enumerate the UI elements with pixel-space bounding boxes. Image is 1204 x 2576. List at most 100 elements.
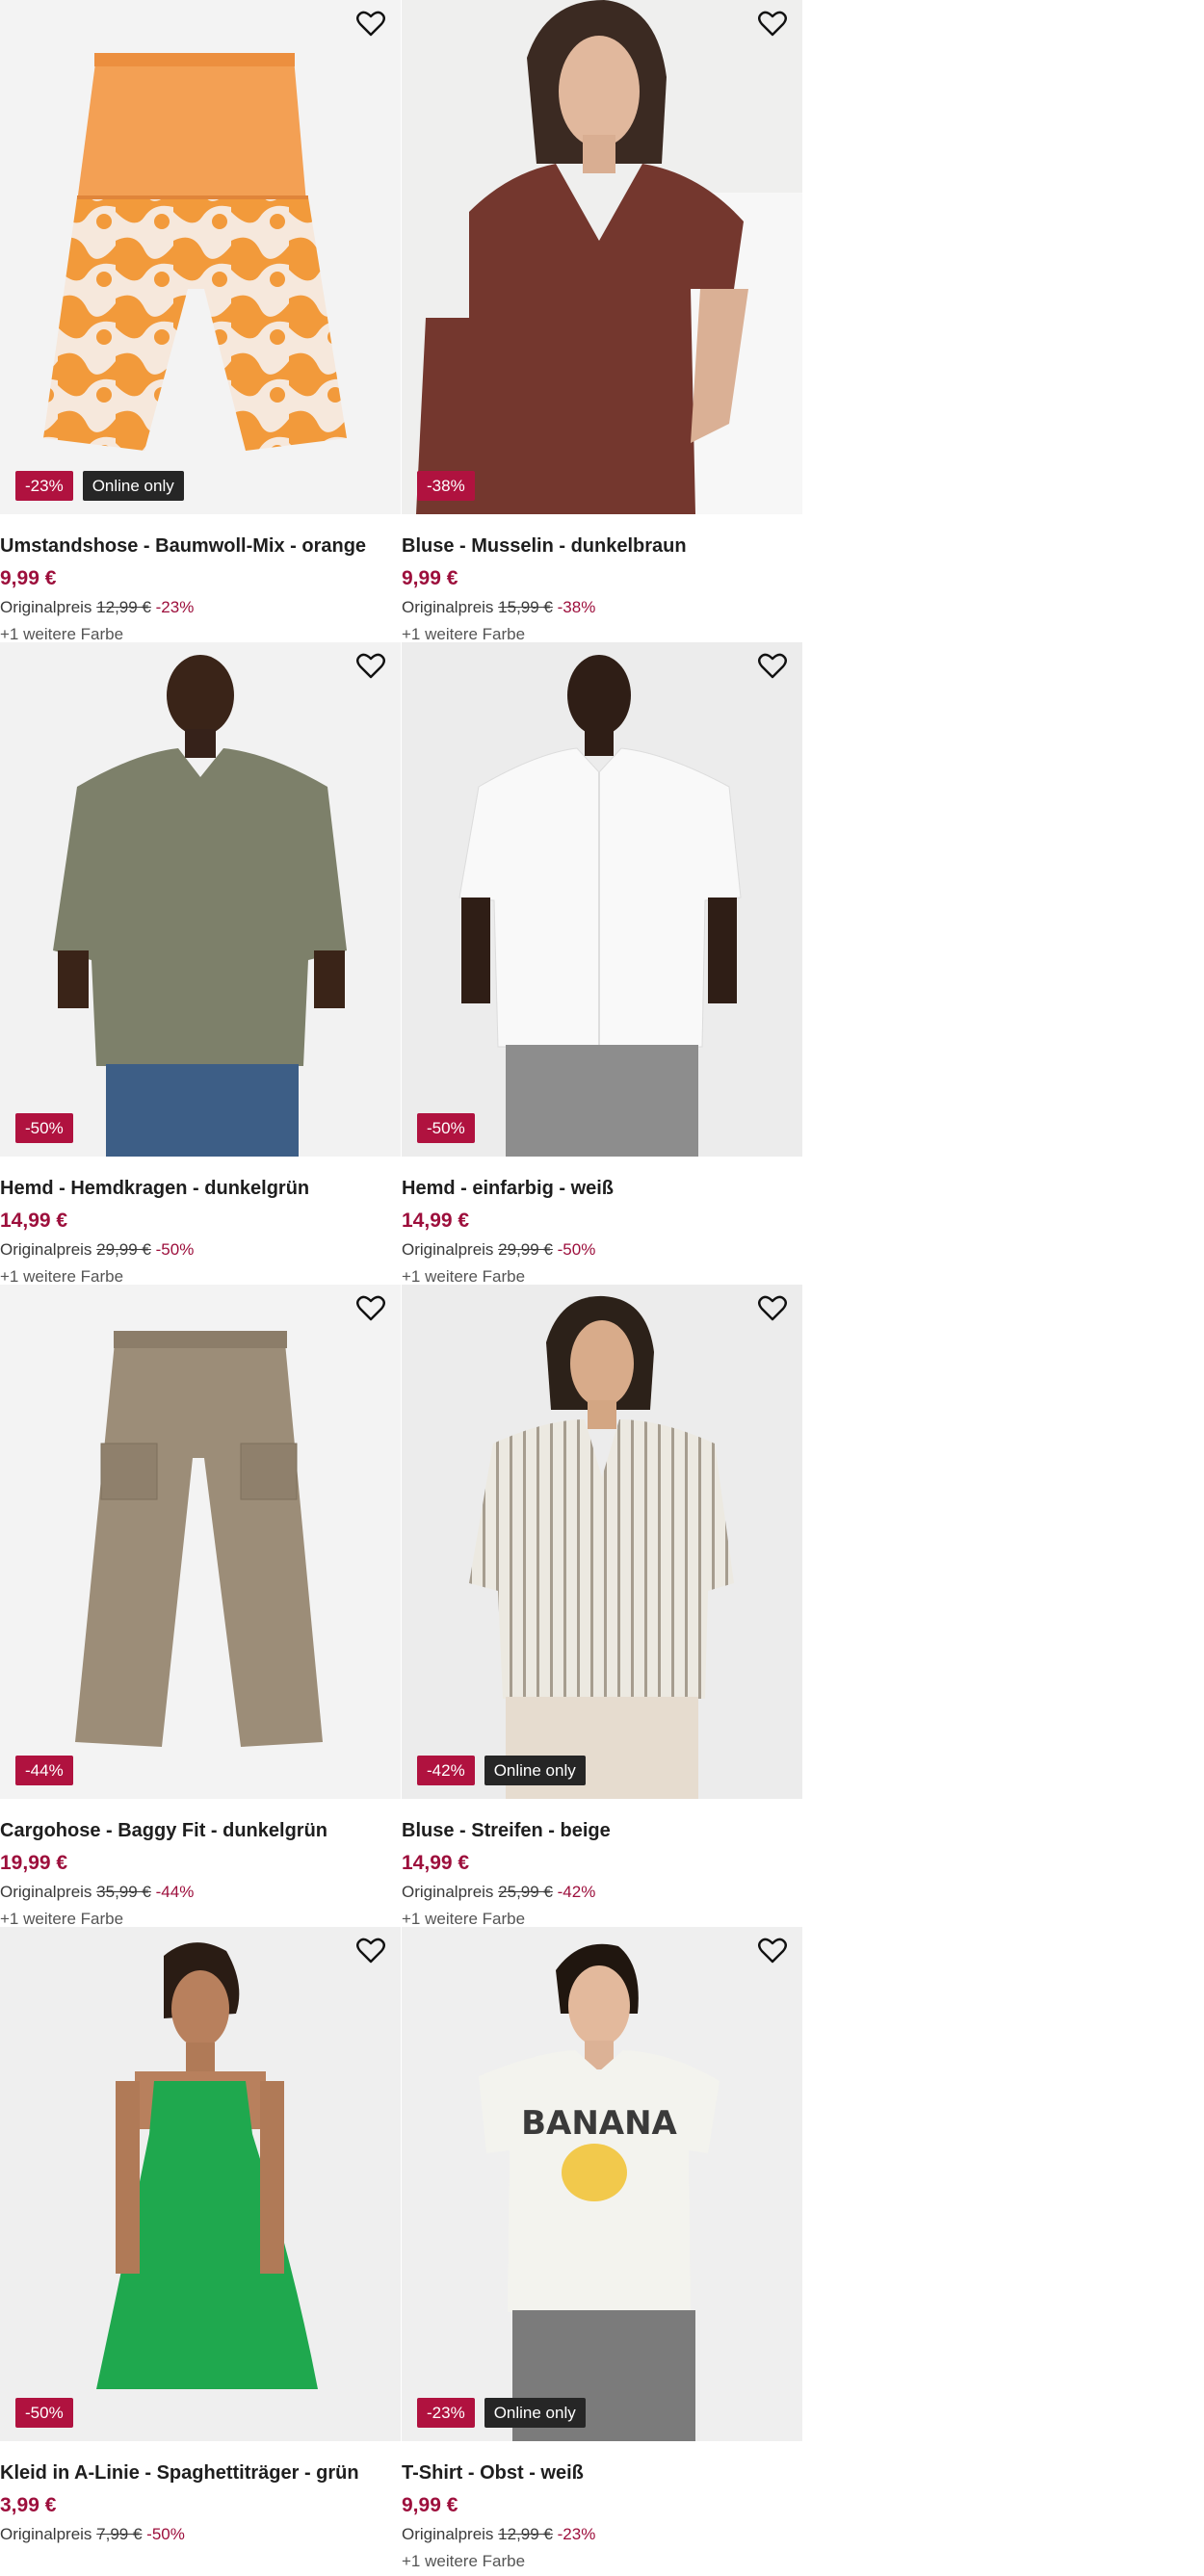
wishlist-button[interactable] [758, 1294, 793, 1329]
discount-percent: -23% [155, 598, 195, 616]
wishlist-button[interactable] [356, 10, 391, 44]
product-title[interactable]: Cargohose - Baggy Fit - dunkelgrün [0, 1814, 395, 1847]
badge-row: -42% Online only [417, 1756, 586, 1785]
heart-icon [758, 11, 787, 37]
discount-percent: -50% [557, 1240, 596, 1259]
original-price-label: Originalpreis [0, 1240, 92, 1259]
original-price-label: Originalpreis [402, 1883, 494, 1901]
product-card[interactable]: BANANA -23% Online only T-Shirt - Obst -… [402, 1927, 803, 2570]
product-image[interactable]: -50% [0, 642, 401, 1157]
product-title[interactable]: Hemd - Hemdkragen - dunkelgrün [0, 1172, 395, 1205]
badge-row: -23% Online only [417, 2398, 586, 2428]
discount-badge: -50% [15, 2398, 73, 2428]
discount-badge: -50% [15, 1113, 73, 1143]
more-colors-link[interactable]: +1 weitere Farbe [402, 2547, 797, 2576]
original-price-line: Originalpreis 25,99 € -42% [402, 1880, 797, 1905]
product-image[interactable]: -50% [0, 1927, 401, 2441]
product-info: Umstandshose - Baumwoll-Mix - orange 9,9… [0, 530, 395, 649]
product-title[interactable]: Bluse - Musselin - dunkelbraun [402, 530, 797, 562]
product-title[interactable]: Umstandshose - Baumwoll-Mix - orange [0, 530, 395, 562]
product-title[interactable]: Hemd - einfarbig - weiß [402, 1172, 797, 1205]
sale-price: 9,99 € [402, 2494, 458, 2516]
product-image[interactable]: -23% Online only [0, 0, 401, 514]
wishlist-button[interactable] [356, 1294, 391, 1329]
discount-badge: -38% [417, 471, 475, 501]
product-image[interactable]: -44% [0, 1285, 401, 1799]
heart-icon [758, 1938, 787, 1964]
product-title[interactable]: Bluse - Streifen - beige [402, 1814, 797, 1847]
original-price-line: Originalpreis 29,99 € -50% [402, 1237, 797, 1262]
online-only-badge: Online only [484, 1756, 586, 1785]
original-price-label: Originalpreis [402, 2525, 494, 2543]
original-price: 29,99 € [498, 1240, 553, 1259]
badge-row: -50% [15, 2398, 73, 2428]
original-price-label: Originalpreis [0, 1883, 92, 1901]
more-colors-link[interactable] [0, 2547, 395, 2576]
badge-row: -50% [417, 1113, 475, 1143]
product-info: Hemd - Hemdkragen - dunkelgrün 14,99 € O… [0, 1172, 395, 1291]
product-title[interactable]: Kleid in A-Linie - Spaghettiträger - grü… [0, 2457, 395, 2489]
product-info: Cargohose - Baggy Fit - dunkelgrün 19,99… [0, 1814, 395, 1934]
product-info: T-Shirt - Obst - weiß 9,99 € Originalpre… [402, 2457, 797, 2576]
original-price-line: Originalpreis 7,99 € -50% [0, 2522, 395, 2547]
discount-badge: -50% [417, 1113, 475, 1143]
product-card[interactable]: -50% Hemd - Hemdkragen - dunkelgrün 14,9… [0, 642, 402, 1286]
sale-price: 3,99 € [0, 2494, 57, 2516]
discount-percent: -50% [155, 1240, 195, 1259]
product-title[interactable]: T-Shirt - Obst - weiß [402, 2457, 797, 2489]
discount-percent: -38% [557, 598, 596, 616]
product-card[interactable]: -42% Online only Bluse - Streifen - beig… [402, 1285, 803, 1928]
discount-badge: -42% [417, 1756, 475, 1785]
original-price-line: Originalpreis 35,99 € -44% [0, 1880, 395, 1905]
original-price: 35,99 € [96, 1883, 151, 1901]
original-price: 12,99 € [96, 598, 151, 616]
discount-percent: -42% [557, 1883, 596, 1901]
wishlist-button[interactable] [356, 652, 391, 687]
badge-row: -38% [417, 471, 475, 501]
original-price: 7,99 € [96, 2525, 143, 2543]
product-image[interactable]: -50% [402, 642, 802, 1157]
product-card[interactable]: -23% Online only Umstandshose - Baumwoll… [0, 0, 402, 643]
discount-percent: -44% [155, 1883, 195, 1901]
discount-badge: -44% [15, 1756, 73, 1785]
wishlist-button[interactable] [356, 1937, 391, 1971]
product-info: Hemd - einfarbig - weiß 14,99 € Original… [402, 1172, 797, 1291]
svg-text:BANANA: BANANA [521, 2104, 677, 2143]
wishlist-button[interactable] [758, 10, 793, 44]
original-price: 25,99 € [498, 1883, 553, 1901]
original-price-line: Originalpreis 12,99 € -23% [0, 595, 395, 620]
badge-row: -23% Online only [15, 471, 184, 501]
original-price-line: Originalpreis 12,99 € -23% [402, 2522, 797, 2547]
original-price-label: Originalpreis [0, 598, 92, 616]
sale-price: 14,99 € [402, 1852, 470, 1874]
product-card[interactable]: -50% Hemd - einfarbig - weiß 14,99 € Ori… [402, 642, 803, 1286]
heart-icon [356, 1295, 385, 1321]
badge-row: -50% [15, 1113, 73, 1143]
online-only-badge: Online only [82, 471, 184, 501]
sale-price: 9,99 € [0, 567, 57, 589]
product-card[interactable]: -50% Kleid in A-Linie - Spaghettiträger … [0, 1927, 402, 2569]
product-card[interactable]: -44% Cargohose - Baggy Fit - dunkelgrün … [0, 1285, 402, 1928]
original-price: 15,99 € [498, 598, 553, 616]
product-image[interactable]: -38% [402, 0, 802, 514]
original-price: 29,99 € [96, 1240, 151, 1259]
online-only-badge: Online only [484, 2398, 586, 2428]
heart-icon [356, 653, 385, 679]
wishlist-button[interactable] [758, 652, 793, 687]
original-price-line: Originalpreis 29,99 € -50% [0, 1237, 395, 1262]
product-image[interactable]: -42% Online only [402, 1285, 802, 1799]
product-image[interactable]: BANANA -23% Online only [402, 1927, 802, 2441]
original-price: 12,99 € [498, 2525, 553, 2543]
discount-badge: -23% [417, 2398, 475, 2428]
product-info: Bluse - Musselin - dunkelbraun 9,99 € Or… [402, 530, 797, 649]
product-info: Bluse - Streifen - beige 14,99 € Origina… [402, 1814, 797, 1934]
heart-icon [356, 1938, 385, 1964]
heart-icon [758, 653, 787, 679]
wishlist-button[interactable] [758, 1937, 793, 1971]
heart-icon [356, 11, 385, 37]
sale-price: 9,99 € [402, 567, 458, 589]
product-grid: -23% Online only Umstandshose - Baumwoll… [0, 0, 803, 2570]
product-card[interactable]: -38% Bluse - Musselin - dunkelbraun 9,99… [402, 0, 803, 643]
product-info: Kleid in A-Linie - Spaghettiträger - grü… [0, 2457, 395, 2576]
sale-price: 19,99 € [0, 1852, 68, 1874]
